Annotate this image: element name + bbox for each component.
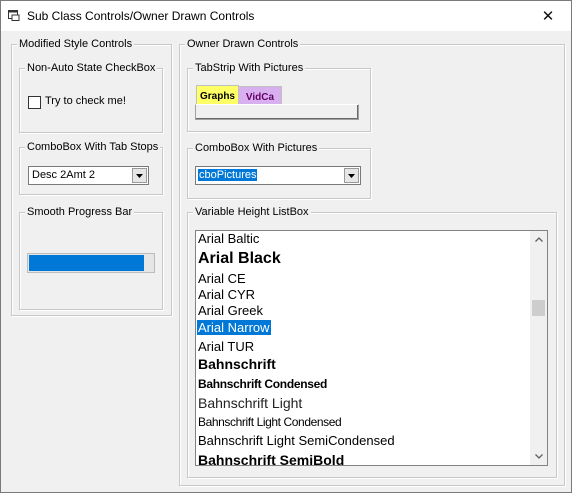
tabstrip-group-legend: TabStrip With Pictures bbox=[193, 62, 306, 74]
combo-tabstops-legend: ComboBox With Tab Stops bbox=[25, 141, 161, 153]
tabstops-combobox-value: Desc 2Amt 2 bbox=[32, 169, 95, 181]
list-item[interactable]: Bahnschrift Light bbox=[197, 395, 303, 411]
chevron-up-icon bbox=[534, 237, 543, 242]
scroll-down-button[interactable] bbox=[530, 448, 547, 465]
tab-vidcap-label: VidCa bbox=[245, 91, 275, 103]
combo-pictures-legend: ComboBox With Pictures bbox=[193, 142, 320, 154]
listbox-scrollbar[interactable] bbox=[530, 231, 547, 465]
list-item[interactable]: Arial TUR bbox=[197, 339, 255, 354]
list-item[interactable]: Bahnschrift SemiBold bbox=[197, 452, 345, 465]
window-title: Sub Class Controls/Owner Drawn Controls bbox=[27, 9, 255, 23]
pictures-combobox-dropdown-button[interactable] bbox=[344, 168, 359, 183]
chevron-down-icon bbox=[534, 454, 543, 459]
smooth-progress-bar bbox=[27, 253, 155, 273]
title-bar[interactable]: Sub Class Controls/Owner Drawn Controls … bbox=[1, 1, 571, 31]
try-check-label[interactable]: Try to check me! bbox=[45, 95, 126, 107]
main-window: Sub Class Controls/Owner Drawn Controls … bbox=[0, 0, 572, 493]
pictures-combobox-value: cboPictures bbox=[198, 169, 258, 181]
list-item[interactable]: Arial Baltic bbox=[197, 231, 260, 246]
close-button[interactable]: ✕ bbox=[525, 1, 571, 31]
list-item[interactable]: Arial CE bbox=[197, 271, 247, 286]
variable-listbox-legend: Variable Height ListBox bbox=[193, 206, 311, 218]
list-item-selected[interactable]: Arial Narrow bbox=[197, 320, 271, 335]
list-item[interactable]: Bahnschrift Light Condensed bbox=[197, 415, 342, 429]
checkbox-group-legend: Non-Auto State CheckBox bbox=[25, 62, 158, 74]
chevron-down-icon bbox=[348, 173, 355, 178]
list-item[interactable]: Arial CYR bbox=[197, 287, 256, 302]
list-item[interactable]: Bahnschrift bbox=[197, 356, 277, 372]
list-item[interactable]: Arial Black bbox=[197, 250, 282, 268]
list-item[interactable]: Bahnschrift Light SemiCondensed bbox=[197, 433, 396, 448]
owner-drawn-controls-legend: Owner Drawn Controls bbox=[185, 38, 301, 50]
tabstrip-body bbox=[195, 104, 359, 120]
picture-tabstrip: Graphs VidCa bbox=[195, 83, 360, 121]
scroll-up-button[interactable] bbox=[530, 231, 547, 248]
font-listbox[interactable]: Arial Baltic Arial Black Arial CE Arial … bbox=[195, 230, 548, 466]
progress-group-legend: Smooth Progress Bar bbox=[25, 206, 135, 218]
list-item[interactable]: Arial Greek bbox=[197, 303, 264, 318]
list-item[interactable]: Bahnschrift Condensed bbox=[197, 377, 328, 391]
app-icon bbox=[8, 10, 20, 21]
chevron-down-icon bbox=[136, 173, 143, 178]
progress-bar-fill bbox=[29, 255, 145, 271]
try-check-checkbox[interactable] bbox=[28, 96, 41, 109]
scroll-thumb[interactable] bbox=[532, 300, 545, 316]
tab-graphs-label: Graphs bbox=[199, 90, 235, 102]
tabstops-combobox[interactable]: Desc 2Amt 2 bbox=[28, 166, 149, 185]
pictures-combobox[interactable]: cboPictures bbox=[195, 166, 361, 185]
modified-style-controls-legend: Modified Style Controls bbox=[17, 38, 135, 50]
close-icon: ✕ bbox=[541, 7, 555, 25]
tabstops-combobox-dropdown-button[interactable] bbox=[132, 168, 147, 183]
